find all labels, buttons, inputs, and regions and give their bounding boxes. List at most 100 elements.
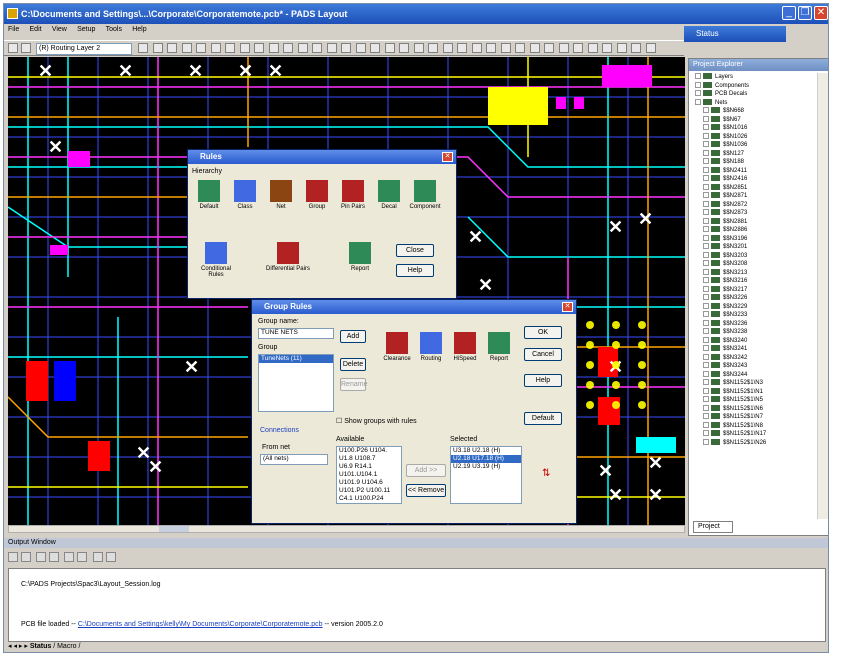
expand-icon[interactable] (703, 132, 709, 139)
tree-item[interactable]: $$N3241 (689, 345, 817, 354)
expand-icon[interactable] (703, 175, 709, 182)
tree-item[interactable]: $$N1152$1\N7 (689, 413, 817, 422)
tree-item[interactable]: $$N3208 (689, 260, 817, 269)
tree-item[interactable]: $$N1152$1\N5 (689, 396, 817, 405)
explorer-tree[interactable]: Layers Components PCB Decals Nets $$N668 $$N6… (689, 73, 817, 519)
menu-edit[interactable]: Edit (26, 24, 46, 35)
tab-status[interactable]: Status (30, 643, 51, 650)
group-list-item[interactable]: TuneNets (11) (259, 355, 333, 363)
toolbar-tool-icon[interactable] (341, 43, 351, 53)
toolbar-tool-icon[interactable] (268, 43, 279, 53)
tree-item[interactable]: $$N2881 (689, 217, 817, 227)
explorer-scrollbar[interactable] (817, 73, 828, 519)
from-net-select[interactable]: (All nets) (260, 454, 328, 465)
expand-icon[interactable] (695, 73, 701, 80)
toolbar-tool-icon[interactable] (370, 43, 380, 53)
expand-icon[interactable] (703, 302, 709, 309)
toolbar-tool-icon[interactable] (457, 43, 467, 53)
expand-icon[interactable] (703, 328, 709, 335)
available-item[interactable]: U101.U104.1 (337, 471, 401, 479)
add-to-selected-button[interactable]: Add >> (406, 464, 446, 477)
show-groups-checkbox[interactable]: ☐ Show groups with rules (336, 417, 417, 425)
tree-item[interactable]: $$N2411 (689, 166, 817, 176)
tree-item[interactable]: $$N3216 (689, 277, 817, 286)
toolbar-tool-icon[interactable] (167, 43, 177, 53)
toolbar-tool-icon[interactable] (413, 43, 424, 53)
rules-help-button[interactable]: Help (396, 264, 434, 277)
rules-close-button[interactable]: Close (396, 244, 434, 257)
toolbar-tool-icon[interactable] (486, 43, 496, 53)
expand-icon[interactable] (703, 107, 709, 114)
expand-icon[interactable] (703, 438, 709, 445)
toolbar-tool-icon[interactable] (558, 43, 569, 53)
available-item[interactable]: U101.9 U104.6 (337, 479, 401, 487)
expand-icon[interactable] (703, 311, 709, 318)
tree-item[interactable]: Nets (689, 98, 817, 108)
output-log[interactable]: C:\PADS Projects\Spac3\Layout_Session.lo… (8, 568, 826, 642)
tree-item[interactable]: Components (689, 81, 817, 91)
expand-icon[interactable] (703, 285, 709, 292)
expand-icon[interactable] (703, 115, 709, 122)
tree-item[interactable]: $$N668 (689, 107, 817, 116)
rule-button-component[interactable]: Component (408, 180, 442, 210)
selected-item[interactable]: U3.18 U2.18 (H) (451, 447, 521, 455)
expand-icon[interactable] (703, 421, 709, 428)
close-button[interactable]: ✕ (814, 6, 828, 20)
tree-item[interactable]: $$N3229 (689, 302, 817, 312)
rename-group-button[interactable]: Rename (340, 378, 367, 391)
toolbar-tool-icon[interactable] (500, 43, 511, 53)
expand-icon[interactable] (703, 234, 709, 241)
tree-item[interactable]: $$N3217 (689, 285, 817, 295)
toolbar-tool-icon[interactable] (631, 43, 641, 53)
rule-button-decal[interactable]: Decal (372, 180, 406, 210)
expand-icon[interactable] (703, 430, 709, 437)
selected-item[interactable]: U2.19 U3.19 (H) (451, 463, 521, 471)
minimize-button[interactable]: _ (782, 6, 796, 20)
tree-item[interactable]: Layers (689, 73, 817, 82)
remove-button[interactable]: << Remove (406, 484, 446, 497)
tree-item[interactable]: $$N1152$1\N26 (689, 438, 817, 448)
tree-item[interactable]: $$N3244 (689, 370, 817, 380)
find-icon[interactable] (92, 552, 103, 562)
layer-select[interactable]: (R) Routing Layer 2 (36, 43, 132, 55)
group-rule-routing[interactable]: Routing (414, 332, 448, 362)
save-icon[interactable] (21, 43, 31, 53)
help-button[interactable]: Help (524, 374, 562, 387)
expand-icon[interactable] (695, 81, 701, 88)
expand-icon[interactable] (695, 98, 701, 105)
menu-file[interactable]: File (4, 24, 23, 35)
tree-item[interactable]: $$N2871 (689, 192, 817, 201)
tree-item[interactable]: $$N67 (689, 115, 817, 125)
rule-button-report[interactable]: Report (338, 242, 382, 272)
expand-icon[interactable] (703, 404, 709, 411)
toolbar-tool-icon[interactable] (529, 43, 540, 53)
rule-button-group[interactable]: Group (300, 180, 334, 210)
toolbar-tool-icon[interactable] (645, 43, 656, 53)
menu-setup[interactable]: Setup (73, 24, 99, 35)
tree-item[interactable]: $$N1152$1\N1 (689, 387, 817, 397)
toolbar-tool-icon[interactable] (587, 43, 598, 53)
tree-item[interactable]: $$N3201 (689, 243, 817, 252)
tree-item[interactable]: $$N1152$1\N3 (689, 379, 817, 388)
ok-button[interactable]: OK (524, 326, 562, 339)
tree-item[interactable]: $$N2873 (689, 209, 817, 218)
toolbar-tool-icon[interactable] (225, 43, 235, 53)
expand-icon[interactable] (703, 353, 709, 360)
expand-icon[interactable] (703, 413, 709, 420)
toolbar-tool-icon[interactable] (138, 43, 148, 53)
expand-icon[interactable] (703, 268, 709, 275)
tree-item[interactable]: $$N3203 (689, 251, 817, 261)
delete-icon[interactable] (64, 552, 75, 562)
tree-item[interactable]: $$N3213 (689, 268, 817, 278)
print-icon[interactable] (77, 552, 88, 562)
toolbar-tool-icon[interactable] (573, 43, 583, 53)
group-name-input[interactable]: TUNE NETS (258, 328, 334, 339)
rule-button-default[interactable]: Default (192, 180, 226, 210)
tree-item[interactable]: $$N3233 (689, 311, 817, 320)
tree-item[interactable]: $$N2886 (689, 226, 817, 235)
toolbar-tool-icon[interactable] (239, 43, 250, 53)
menu-help[interactable]: Help (128, 24, 150, 35)
status-panel[interactable]: Status (684, 26, 786, 42)
tree-item[interactable]: $$N127 (689, 149, 817, 159)
edit-icon[interactable] (105, 552, 116, 562)
